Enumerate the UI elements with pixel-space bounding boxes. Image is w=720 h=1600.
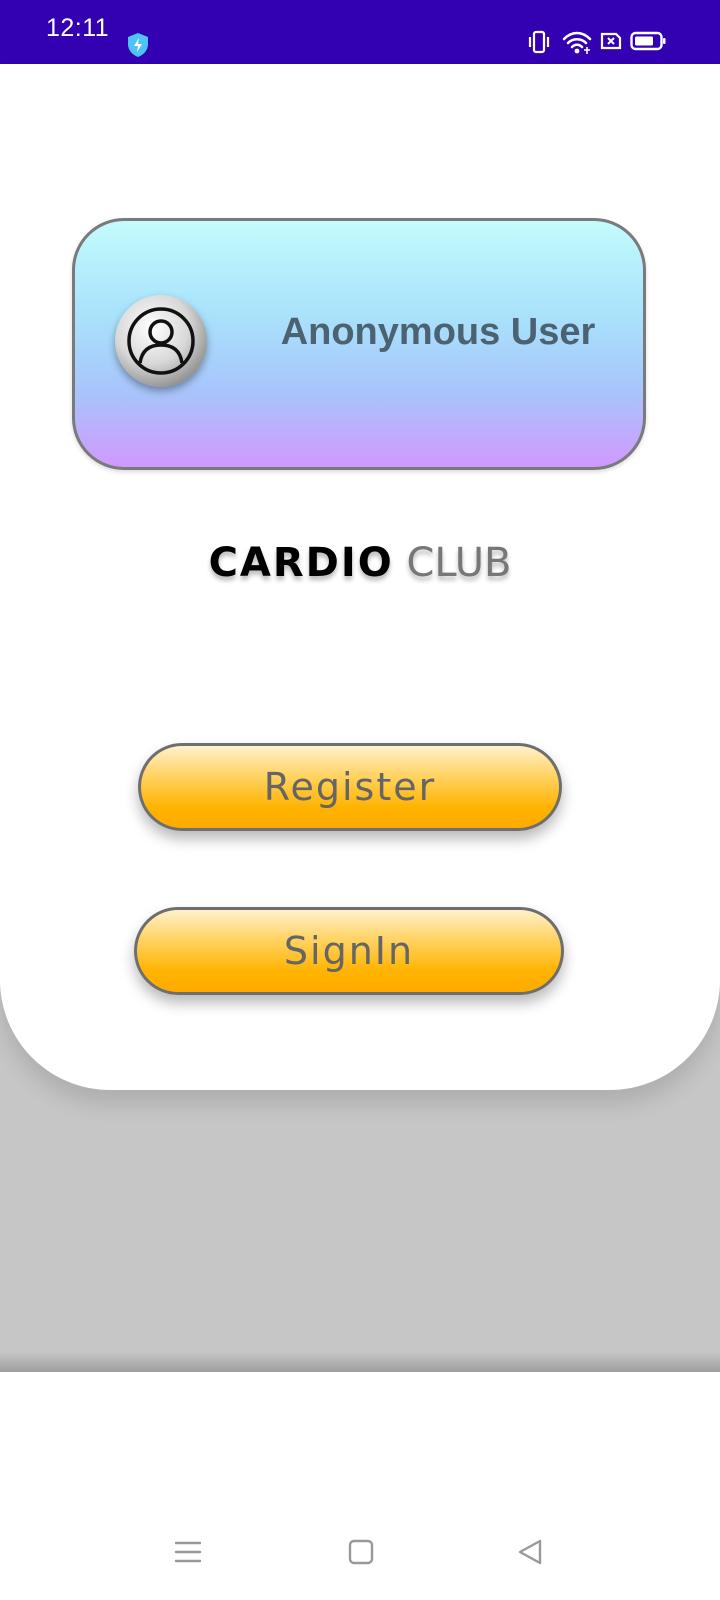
app-brand: CARDIO CLUB — [0, 540, 720, 586]
battery-icon — [630, 31, 666, 51]
user-avatar-icon[interactable] — [115, 295, 207, 387]
status-bar: 12:11 — [0, 0, 720, 64]
background-sheet-edge — [0, 1352, 720, 1372]
home-icon[interactable] — [347, 1538, 375, 1566]
vibrate-icon — [528, 30, 550, 54]
brand-primary-text: CARDIO — [208, 540, 394, 586]
signin-button[interactable]: SignIn — [134, 907, 564, 995]
screen: 12:11 Anonymous User CARDIO CLUB Registe… — [0, 0, 720, 1600]
shield-bolt-icon — [128, 33, 148, 57]
register-button[interactable]: Register — [138, 743, 562, 831]
profile-card[interactable]: Anonymous User — [72, 218, 646, 470]
sim-x-icon — [600, 32, 622, 50]
menu-icon[interactable] — [174, 1538, 202, 1566]
navigation-bar — [0, 1490, 720, 1600]
back-icon[interactable] — [516, 1538, 544, 1566]
profile-name: Anonymous User — [280, 311, 596, 353]
wifi-icon — [562, 31, 592, 54]
status-time: 12:11 — [46, 14, 110, 42]
brand-secondary-text: CLUB — [406, 540, 512, 586]
user-silhouette-icon — [127, 307, 195, 375]
